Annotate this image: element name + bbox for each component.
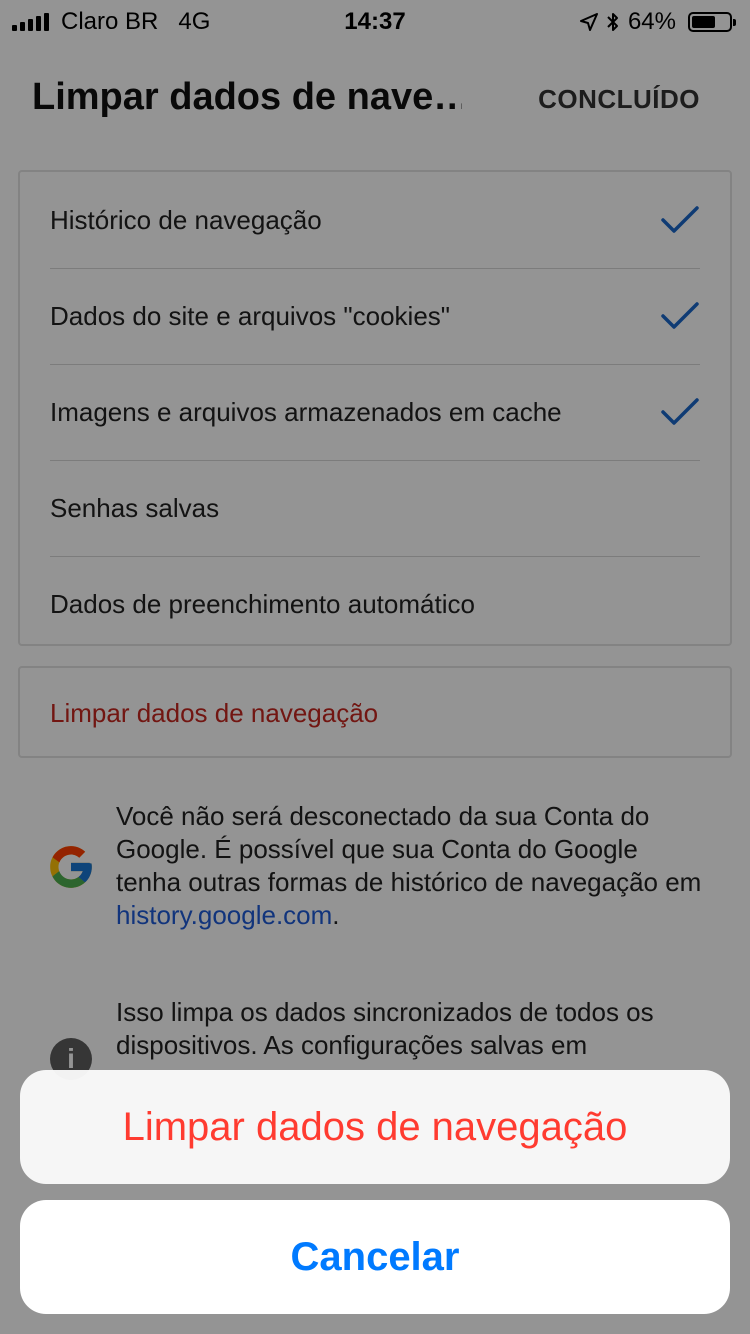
action-sheet-clear-button[interactable]: Limpar dados de navegação xyxy=(20,1070,730,1184)
action-sheet-cancel-button[interactable]: Cancelar xyxy=(20,1200,730,1314)
